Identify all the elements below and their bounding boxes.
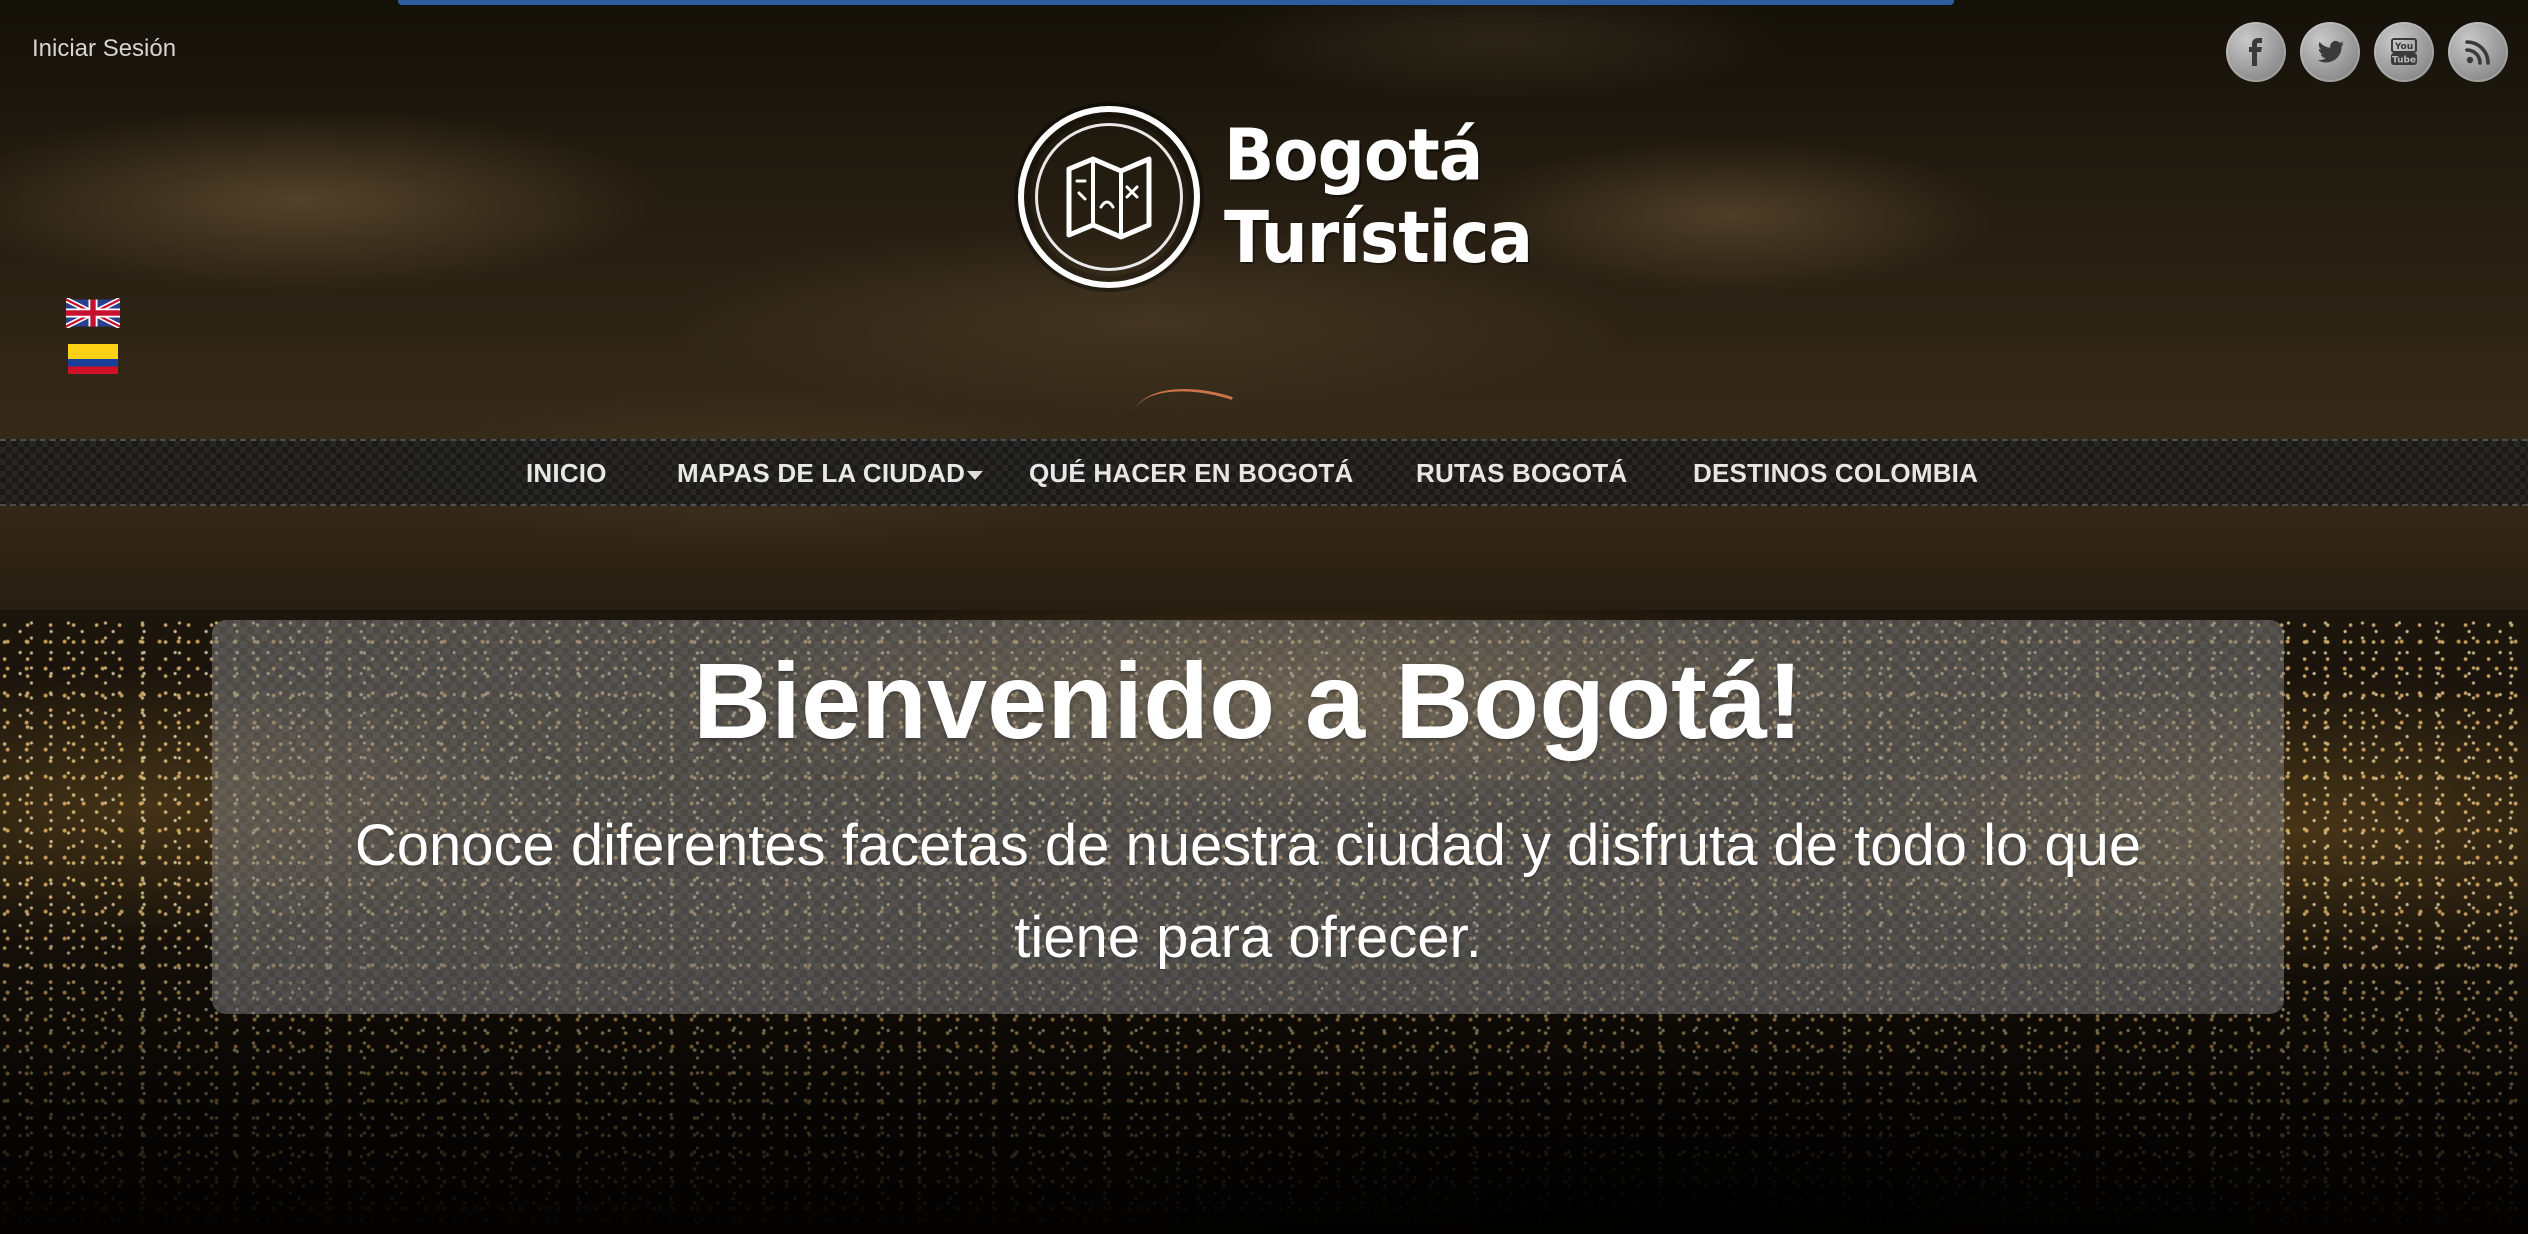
facebook-icon[interactable] [2226,22,2286,82]
svg-text:You: You [2394,42,2413,52]
hero-subtitle: Conoce diferentes facetas de nuestra ciu… [252,800,2244,984]
nav-item-label: QUÉ HACER EN BOGOTÁ [1029,458,1354,488]
svg-text:Tube: Tube [2392,56,2416,66]
nav-item-label: DESTINOS COLOMBIA [1693,458,1979,488]
site-logo[interactable]: Bogotá Turística [1018,106,1533,288]
colombia-flag-icon[interactable] [66,344,120,374]
hero-subtitle-line-2: tiene para ofrecer. [1014,905,1482,970]
logo-line-1: Bogotá [1224,113,1483,197]
nav-item-mapas[interactable]: MAPAS DE LA CIUDAD [677,458,984,489]
youtube-icon[interactable]: You Tube [2374,22,2434,82]
nav-item-label: INICIO [526,458,607,488]
caret-down-icon [967,470,984,480]
main-nav: INICIO MAPAS DE LA CIUDAD QUÉ HACER EN B… [0,439,2528,506]
language-selector [66,298,120,374]
nav-item-que-hacer[interactable]: QUÉ HACER EN BOGOTÁ [1029,458,1353,489]
top-accent-bar [398,0,1954,5]
nav-item-label: MAPAS DE LA CIUDAD [677,458,966,488]
nav-item-destinos[interactable]: DESTINOS COLOMBIA [1693,458,1978,489]
nav-item-label: RUTAS BOGOTÁ [1416,458,1628,488]
hero-subtitle-line-1: Conoce diferentes facetas de nuestra ciu… [354,813,2142,878]
hero-banner: Bienvenido a Bogotá! Conoce diferentes f… [212,620,2284,1014]
hero-title: Bienvenido a Bogotá! [692,640,1804,761]
map-badge-icon [1018,106,1200,288]
logo-line-2: Turística [1224,195,1533,280]
uk-flag-icon[interactable] [66,298,120,328]
login-link[interactable]: Iniciar Sesión [32,35,176,63]
logo-text: Bogotá Turística [1224,113,1533,280]
twitter-icon[interactable] [2300,22,2360,82]
nav-item-inicio[interactable]: INICIO [526,458,607,489]
rss-icon[interactable] [2448,22,2508,82]
social-links: You Tube [2226,22,2508,82]
nav-item-rutas[interactable]: RUTAS BOGOTÁ [1416,458,1627,489]
